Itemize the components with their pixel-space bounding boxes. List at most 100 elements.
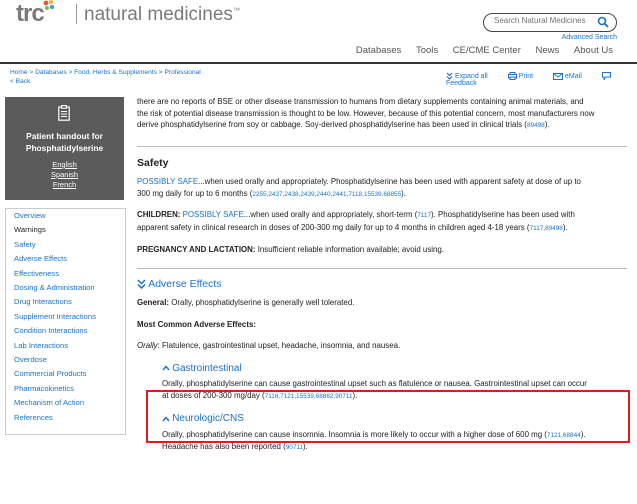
chevron-up-icon <box>162 365 170 371</box>
logo-separator <box>76 4 77 24</box>
logo-dots-icon <box>43 0 54 10</box>
search-icon[interactable] <box>597 16 609 28</box>
orally-label: Orally <box>137 341 158 350</box>
breadcrumb-bar: Home > Databases > Food, Herbs & Supplem… <box>0 64 637 88</box>
section-divider <box>137 145 627 147</box>
sidenav-lab-interactions[interactable]: Lab Interactions <box>6 339 125 353</box>
breadcrumb: Home > Databases > Food, Herbs & Supplem… <box>10 68 201 86</box>
email-button[interactable]: eMail <box>553 72 591 80</box>
logo-wordmark-text: natural medicines <box>84 4 233 25</box>
neuro-text: Headache has also been reported ( <box>162 442 286 451</box>
expand-all-button[interactable]: Expand all <box>446 72 497 80</box>
citation-link[interactable]: 2255,2437,2438,2439,2440,2441,7118,15539… <box>252 191 401 198</box>
breadcrumb-trail[interactable]: Home > Databases > Food, Herbs & Supplem… <box>10 68 201 77</box>
advanced-search-link[interactable]: Advanced Search <box>562 34 617 41</box>
print-button[interactable]: Print <box>507 72 542 80</box>
page-tools: Expand all Print eMail Feedback <box>446 72 637 87</box>
citation-link[interactable]: 7117,89498 <box>530 225 563 232</box>
nav-about-us[interactable]: About Us <box>574 45 613 56</box>
nav-tools[interactable]: Tools <box>416 45 438 56</box>
safety-heading: Safety <box>137 156 169 169</box>
intro-text: derive phosphatidylserine from soy or ca… <box>137 120 527 129</box>
site-header: trc natural medicines™ Advanced Search D… <box>0 0 637 62</box>
pregnancy-paragraph: PREGNANCY AND LACTATION: Insufficient re… <box>137 244 627 256</box>
sidenav-warnings[interactable]: Warnings <box>6 223 125 237</box>
handout-languages: English Spanish French <box>5 160 124 190</box>
print-label: Print <box>518 72 534 80</box>
orally-paragraph: Orally: Flatulence, gastrointestinal ups… <box>137 340 627 352</box>
intro-line: there are no reports of BSE or other dis… <box>137 97 584 106</box>
sidenav-references[interactable]: References <box>6 411 125 425</box>
sidenav-supplement-interactions[interactable]: Supplement Interactions <box>6 310 125 324</box>
citation-link[interactable]: 7117 <box>417 212 431 219</box>
logo-wordmark[interactable]: natural medicines™ <box>84 4 240 26</box>
feedback-icon <box>601 72 611 81</box>
sidenav-pharmacokinetics[interactable]: Pharmacokinetics <box>6 382 125 396</box>
possibly-safe-paragraph: POSSIBLY SAFE...when used orally and app… <box>137 176 627 200</box>
double-chevron-down-icon <box>446 72 453 80</box>
adverse-effects-toggle[interactable]: Adverse Effects <box>137 277 627 291</box>
sidenav-dosing[interactable]: Dosing & Administration <box>6 281 125 295</box>
intro-paragraph: there are no reports of BSE or other dis… <box>137 96 627 132</box>
general-label: General: <box>137 298 170 307</box>
sidenav-drug-interactions[interactable]: Drug Interactions <box>6 295 125 309</box>
gi-line: Orally, phosphatidylserine can cause gas… <box>162 379 587 388</box>
citation-link[interactable]: 89498 <box>527 122 545 129</box>
sidenav-condition-interactions[interactable]: Condition Interactions <box>6 324 125 338</box>
sidenav-adverse-effects[interactable]: Adverse Effects <box>6 252 125 266</box>
children-line: apparent safety in clinical research in … <box>137 222 568 232</box>
double-chevron-down-icon <box>137 279 146 290</box>
section-nav: Overview Warnings Safety Adverse Effects… <box>5 208 126 435</box>
search-input[interactable] <box>494 16 594 25</box>
trc-logo[interactable]: trc <box>16 0 56 28</box>
gastrointestinal-toggle[interactable]: Gastrointestinal <box>162 363 627 375</box>
section-divider <box>137 267 627 269</box>
nav-databases[interactable]: Databases <box>356 45 401 56</box>
sidenav-mechanism[interactable]: Mechanism of Action <box>6 396 125 410</box>
pregnancy-text: Insufficient reliable information availa… <box>257 245 444 254</box>
handout-english-link[interactable]: English <box>5 160 124 170</box>
email-label: eMail <box>565 72 582 80</box>
back-link[interactable]: < Back <box>10 77 201 86</box>
sidenav-overdose[interactable]: Overdose <box>6 353 125 367</box>
possibly-safe-line: 300 mg daily for up to 6 months (2255,24… <box>137 188 406 198</box>
orally-text: : Flatulence, gastrointestinal upset, he… <box>157 341 401 350</box>
handout-french-link[interactable]: French <box>5 180 124 190</box>
possibly-safe-text: 300 mg daily for up to 6 months ( <box>137 188 253 198</box>
children-text: apparent safety in clinical research in … <box>137 222 530 232</box>
adverse-effects-heading: Adverse Effects <box>148 277 222 290</box>
trademark-symbol: ™ <box>232 7 240 15</box>
children-text: ). Phosphatidylserine has been used with <box>431 210 575 219</box>
sidenav-overview[interactable]: Overview <box>6 209 125 223</box>
patient-handout-panel: Patient handout for Phosphatidylserine E… <box>5 97 124 200</box>
main-nav: Databases Tools CE/CME Center News About… <box>344 45 613 56</box>
possibly-safe-text: ...when used orally and appropriately. P… <box>198 177 581 186</box>
possibly-safe-link[interactable]: POSSIBLY SAFE <box>137 177 198 186</box>
children-line: CHILDREN: POSSIBLY SAFE...when used oral… <box>137 209 627 222</box>
handout-title: Patient handout for Phosphatidylserine <box>25 131 104 153</box>
feedback-label: Feedback <box>446 80 477 87</box>
print-icon <box>507 72 517 80</box>
nav-news[interactable]: News <box>536 45 560 56</box>
intro-line: derive phosphatidylserine from soy or ca… <box>137 119 627 132</box>
children-possibly-safe-link[interactable]: POSSIBLY SAFE <box>183 210 244 219</box>
email-icon <box>553 72 564 80</box>
pregnancy-label: PREGNANCY AND LACTATION: <box>137 245 256 254</box>
intro-text-end: ). <box>544 120 550 129</box>
handout-spanish-link[interactable]: Spanish <box>5 170 124 180</box>
common-effects-label: Most Common Adverse Effects: <box>137 319 256 329</box>
sidenav-effectiveness[interactable]: Effectiveness <box>6 267 125 281</box>
sidenav-commercial-products[interactable]: Commercial Products <box>6 367 125 381</box>
general-paragraph: General: Orally, phosphatidylserine is g… <box>137 297 627 309</box>
general-text: Orally, phosphatidylserine is generally … <box>171 298 355 307</box>
children-text: ...when used orally and appropriately, s… <box>243 210 418 219</box>
clipboard-icon <box>58 105 70 121</box>
highlight-box <box>146 390 630 443</box>
nav-ce-cme-center[interactable]: CE/CME Center <box>453 45 521 56</box>
expand-all-label: Expand all <box>455 72 488 80</box>
citation-link[interactable]: 90711 <box>286 444 303 451</box>
common-effects-label-line: Most Common Adverse Effects: <box>137 319 627 331</box>
children-paragraph: CHILDREN: POSSIBLY SAFE...when used oral… <box>137 209 627 234</box>
sidenav-safety[interactable]: Safety <box>6 238 125 252</box>
search-box[interactable] <box>483 13 617 32</box>
